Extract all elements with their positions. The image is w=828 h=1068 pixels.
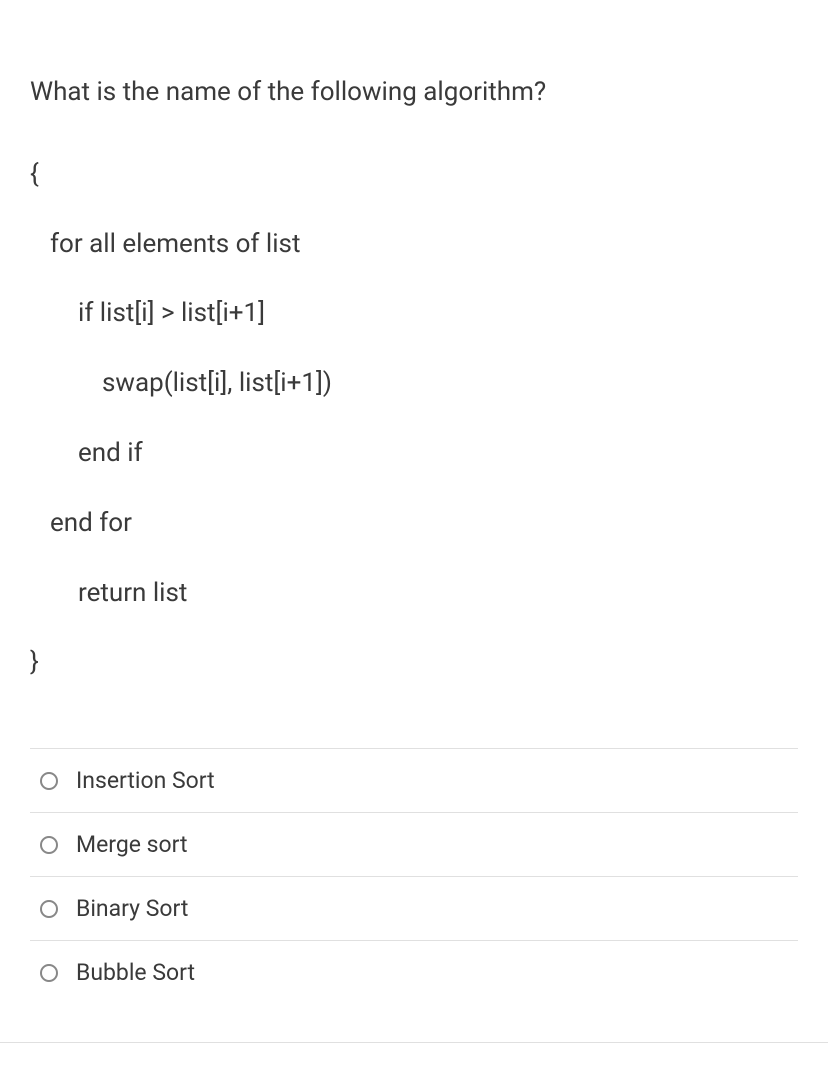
option-bubble-sort[interactable]: Bubble Sort (30, 941, 798, 1004)
option-label: Insertion Sort (76, 767, 215, 794)
code-line: } (30, 646, 798, 680)
option-merge-sort[interactable]: Merge sort (30, 813, 798, 877)
footer-divider (0, 1042, 828, 1043)
radio-icon (40, 772, 58, 790)
question-prompt: What is the name of the following algori… (30, 76, 798, 110)
code-line: if list[i] > list[i+1] (30, 297, 798, 331)
code-line: return list (30, 577, 798, 611)
question-container: What is the name of the following algori… (0, 0, 828, 1004)
radio-icon (40, 900, 58, 918)
code-line: for all elements of list (30, 228, 798, 262)
option-label: Bubble Sort (76, 959, 195, 986)
option-insertion-sort[interactable]: Insertion Sort (30, 749, 798, 813)
code-line: { (30, 158, 798, 192)
code-line: swap(list[i], list[i+1]) (30, 367, 798, 401)
radio-icon (40, 836, 58, 854)
options-list: Insertion Sort Merge sort Binary Sort Bu… (30, 748, 798, 1004)
code-line: end for (30, 507, 798, 541)
option-label: Merge sort (76, 831, 188, 858)
code-block: { for all elements of list if list[i] > … (30, 158, 798, 680)
code-line: end if (30, 437, 798, 471)
option-binary-sort[interactable]: Binary Sort (30, 877, 798, 941)
radio-icon (40, 964, 58, 982)
option-label: Binary Sort (76, 895, 188, 922)
